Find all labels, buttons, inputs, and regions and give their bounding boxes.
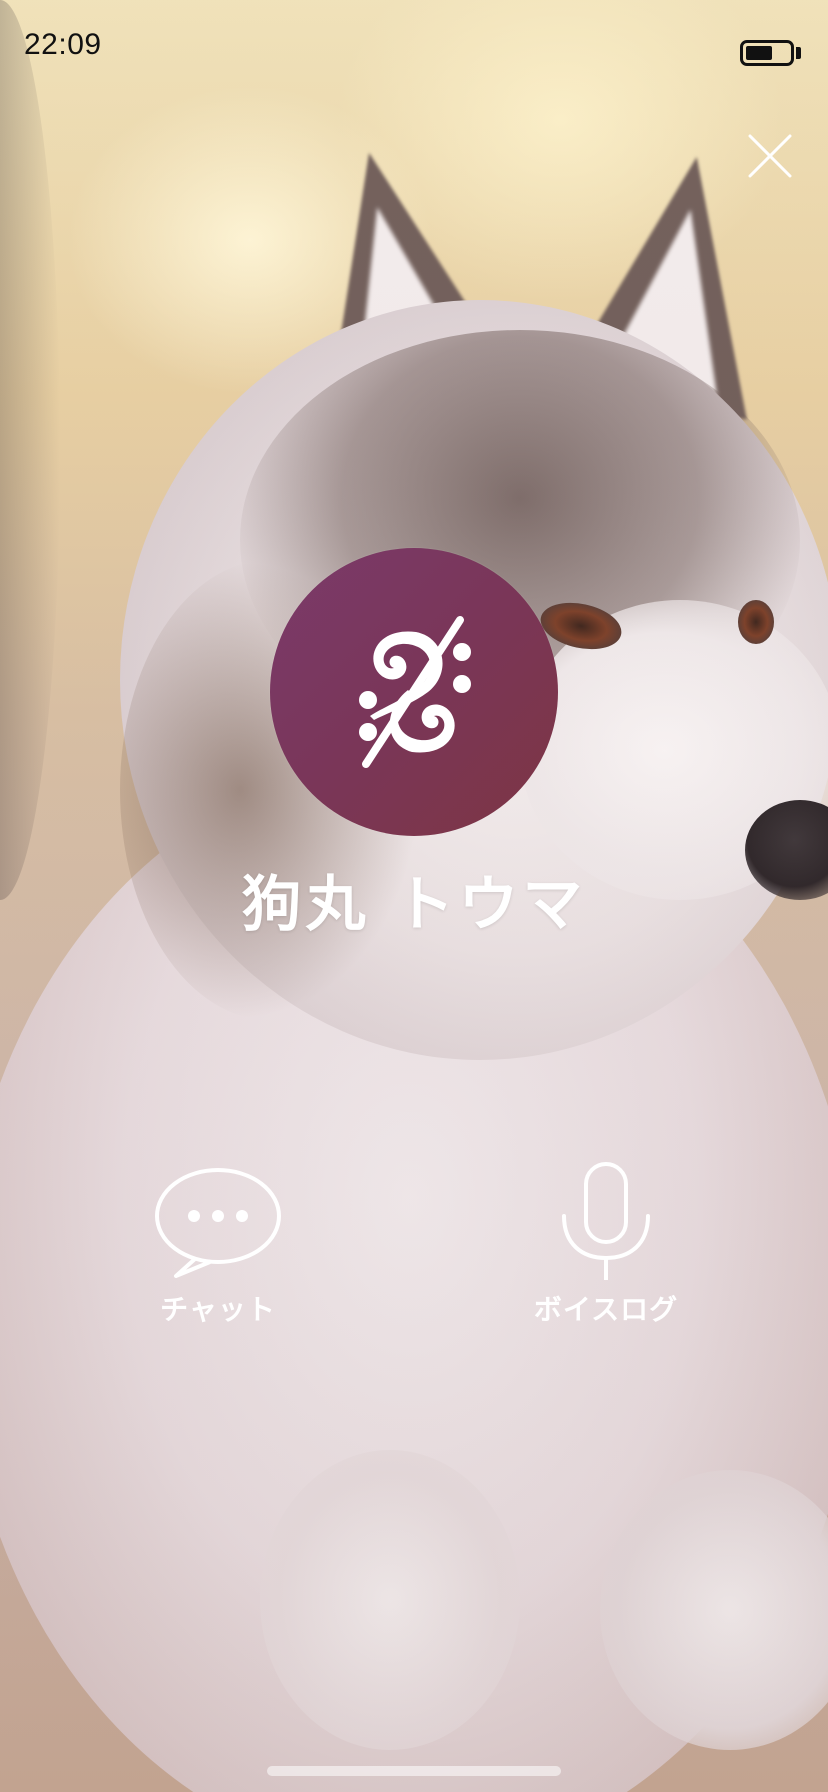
- chat-bubble-icon: [155, 1168, 281, 1278]
- dog-muzzle: [520, 600, 828, 900]
- close-icon: [748, 134, 792, 178]
- status-time: 22:09: [24, 28, 102, 61]
- voice-log-button[interactable]: ボイスログ: [506, 1160, 706, 1330]
- dog-ear-inner-right: [596, 198, 752, 408]
- battery-level: [746, 46, 772, 60]
- microphone-icon: [562, 1162, 650, 1280]
- voice-log-label: ボイスログ: [533, 1293, 679, 1326]
- close-button[interactable]: [742, 128, 798, 184]
- dog-paw-right: [600, 1470, 828, 1750]
- chat-button[interactable]: チャット: [118, 1160, 318, 1330]
- battery-cap: [796, 47, 801, 59]
- profile-screen: 22:09 狗丸 トウマ チャット ボイスログ: [0, 0, 828, 1792]
- dog-ear-inner-left: [316, 194, 478, 406]
- avatar: [270, 548, 558, 836]
- dog-eye-far: [738, 600, 774, 644]
- home-indicator[interactable]: [267, 1766, 561, 1776]
- bass-clef-logo-icon: [359, 616, 471, 768]
- chat-label: チャット: [160, 1293, 276, 1326]
- dog-ear-left: [276, 132, 514, 418]
- battery-icon: [740, 40, 794, 66]
- profile-name: 狗丸 トウマ: [241, 870, 587, 940]
- photo-shadow: [0, 0, 60, 900]
- status-bar: 22:09: [0, 0, 828, 90]
- dog-paw-left: [260, 1450, 520, 1750]
